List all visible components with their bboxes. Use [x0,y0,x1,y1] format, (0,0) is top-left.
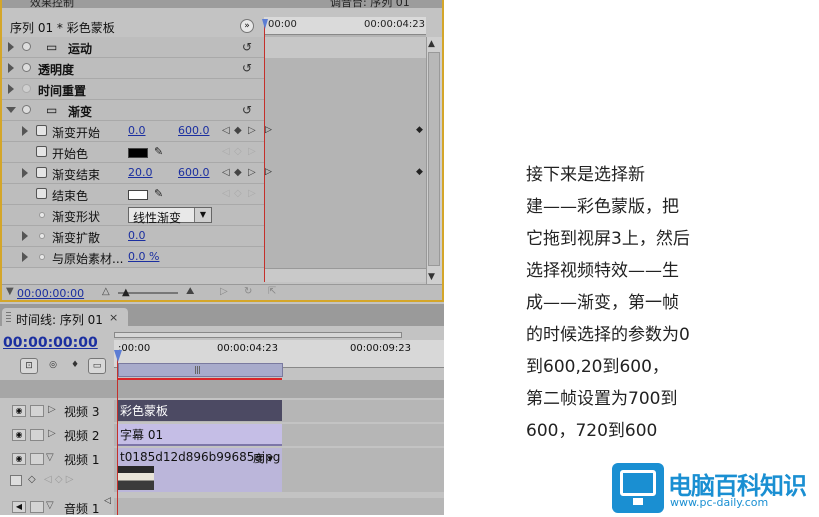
article-line: 的时候选择的参数为0 [526,325,690,345]
track-header-video-1: ◉ ▽ 视频 1 ◇ ◁ ◇ ▷ [4,448,114,492]
track-name: 音频 1 [64,502,100,516]
article-line: 第二帧设置为700到 [526,389,678,409]
speaker-icon[interactable]: ◀ [12,501,26,513]
track-divider [0,380,444,398]
audio-sync-icon: ◁ [104,496,111,506]
watermark-url: www.pc-daily.com [670,496,769,509]
active-panel-border [0,0,444,302]
playhead-handle-icon[interactable] [114,350,122,362]
timeline-playhead[interactable] [117,350,118,515]
article-line: 到600,20到600， [526,357,669,377]
timeline-tab-label: 时间线: 序列 01 [16,313,103,327]
show-keyframes-icon[interactable]: ◇ [28,474,36,485]
track-name: 视频 3 [64,405,100,419]
monitor-stand-icon [633,498,643,505]
display-style-icon[interactable] [10,475,22,486]
track-height-icon[interactable]: ▭ [88,358,106,374]
collapse-track-icon[interactable]: ▽ [46,500,54,511]
expand-track-icon[interactable]: ▷ [48,428,56,439]
article-line: 选择视频特效——生 [526,261,679,281]
track-name: 视频 1 [64,453,100,467]
track-name: 视频 2 [64,429,100,443]
timeline-current-time[interactable]: 00:00:00:00 [3,335,98,351]
article-line: 接下来是选择新 [526,165,645,185]
work-area-grip-icon[interactable] [195,366,201,374]
article-line: 它拖到视屏3上，然后 [526,229,690,249]
ruler-label: 00:00:09:23 [350,343,412,354]
track-header-video-3: ◉ ▷ 视频 3 [4,400,114,422]
collapse-track-icon[interactable]: ▽ [46,452,54,463]
track-lane-audio-1[interactable] [114,498,444,515]
lock-icon[interactable] [30,429,44,441]
expand-track-icon[interactable]: ▷ [48,404,56,415]
sequence-marker-icon[interactable]: ♦ [66,358,84,374]
clip-thumbnail [118,466,154,490]
set-marker-icon[interactable]: ◎ [44,358,62,374]
snap-icon[interactable]: ⊡ [20,358,38,374]
ruler-label: 00:00:04:23 [217,343,279,354]
clip-property-dropdown[interactable]: 度 ▾ [253,450,273,466]
eye-icon[interactable]: ◉ [12,429,26,441]
panel-grip-icon[interactable] [6,312,11,323]
zoom-scroll-bar[interactable] [114,332,402,338]
article-line: 建——彩色蒙版，把 [526,197,679,217]
article-line: 成——渐变，第一帧 [526,293,679,313]
track-header-video-2: ◉ ▷ 视频 2 [4,424,114,446]
clip-title-01[interactable]: 字幕 01 [118,424,282,446]
close-icon[interactable]: × [109,311,118,324]
eye-icon[interactable]: ◉ [12,453,26,465]
lock-icon[interactable] [30,405,44,417]
track-header-audio-1: ◀ ▽ 音频 1 [4,498,114,516]
clip-label: 彩色蒙板 [120,404,169,418]
clip-color-matte[interactable]: 彩色蒙板 [118,400,282,421]
article-line: 600，720到600 [526,421,658,441]
lock-icon[interactable] [30,501,44,513]
clip-label: 字幕 01 [120,428,164,442]
lock-icon[interactable] [30,453,44,465]
eye-icon[interactable]: ◉ [12,405,26,417]
ruler-label: :00:00 [118,343,151,354]
monitor-screen-icon [620,470,656,496]
prev-keyframe-icon: ◁ ◇ ▷ [44,474,74,485]
